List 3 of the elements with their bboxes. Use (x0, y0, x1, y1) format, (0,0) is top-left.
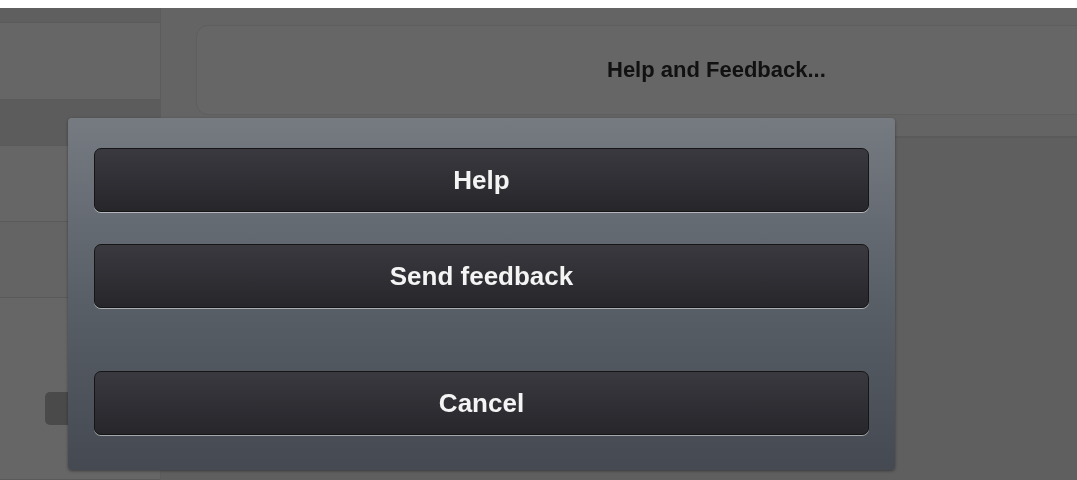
action-button[interactable]: Help (94, 148, 869, 212)
cancel-button[interactable]: Cancel (94, 371, 869, 435)
action-button[interactable]: Send feedback (94, 244, 869, 308)
